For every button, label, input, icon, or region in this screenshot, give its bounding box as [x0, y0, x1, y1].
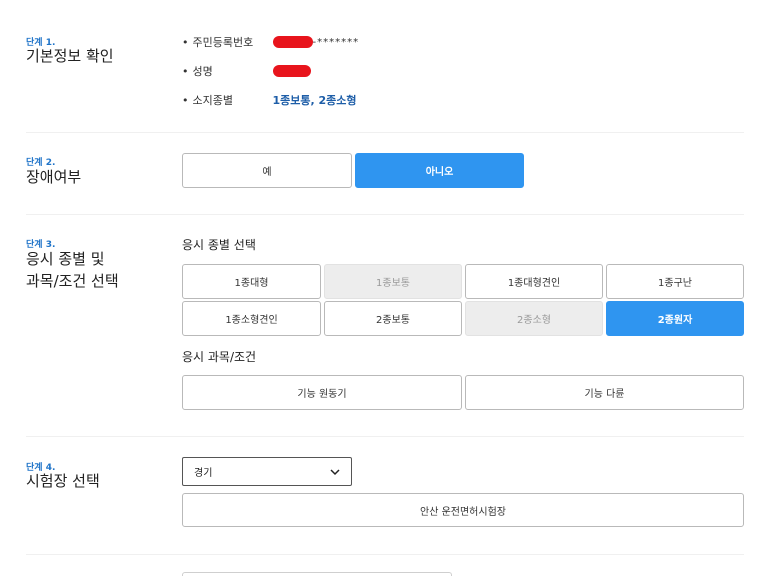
license-held-value: 1종보통, 2종소형	[272, 94, 357, 107]
step3-title-line1: 응시 종별 및	[26, 250, 105, 268]
divider	[26, 554, 744, 555]
region-select-value: 경기	[194, 468, 213, 479]
license-type-heading: 응시 종별 선택	[182, 238, 256, 252]
subject-heading: 응시 과목/조건	[182, 350, 257, 364]
divider	[26, 132, 744, 133]
license-type-2-ordinary[interactable]: 2종보통	[324, 301, 462, 336]
step3-title-line2: 과목/조건 선택	[26, 272, 119, 290]
redaction-mark	[272, 65, 311, 77]
step2-title: 장애여부	[26, 168, 82, 186]
info-row-name: • 성명	[182, 63, 311, 79]
test-center-button[interactable]: 안산 운전면허시험장	[182, 493, 744, 527]
step1-title: 기본정보 확인	[26, 47, 114, 65]
divider	[26, 214, 744, 215]
license-type-2-small: 2종소형	[465, 301, 603, 336]
resident-number-label: 주민등록번호	[192, 36, 254, 49]
subject-motor-skill-button[interactable]: 기능 원동기	[182, 375, 462, 410]
license-type-1-large[interactable]: 1종대형	[182, 264, 321, 299]
info-row-license-held: • 소지종별 1종보통, 2종소형	[182, 93, 357, 108]
disability-yes-button[interactable]: 예	[182, 153, 352, 188]
region-select[interactable]: 경기	[182, 457, 352, 486]
next-section-box	[182, 572, 452, 576]
license-type-1-ordinary: 1종보통	[324, 264, 462, 299]
chevron-down-icon	[330, 469, 340, 476]
name-label: 성명	[192, 65, 213, 78]
resident-number-masked: -*******	[312, 36, 360, 48]
license-type-2-motorized[interactable]: 2종원자	[606, 301, 744, 336]
license-type-1-wrecker[interactable]: 1종구난	[606, 264, 744, 299]
info-row-resident-number: • 주민등록번호 -*******	[182, 35, 360, 50]
license-type-1-large-tow[interactable]: 1종대형견인	[465, 264, 603, 299]
disability-no-button[interactable]: 아니오	[355, 153, 524, 188]
license-type-1-small-tow[interactable]: 1종소형견인	[182, 301, 321, 336]
step4-title: 시험장 선택	[26, 472, 100, 490]
license-held-label: 소지종별	[192, 94, 233, 107]
redaction-mark	[272, 36, 313, 48]
divider	[26, 436, 744, 437]
subject-multi-wheel-skill-button[interactable]: 기능 다륜	[465, 375, 744, 410]
